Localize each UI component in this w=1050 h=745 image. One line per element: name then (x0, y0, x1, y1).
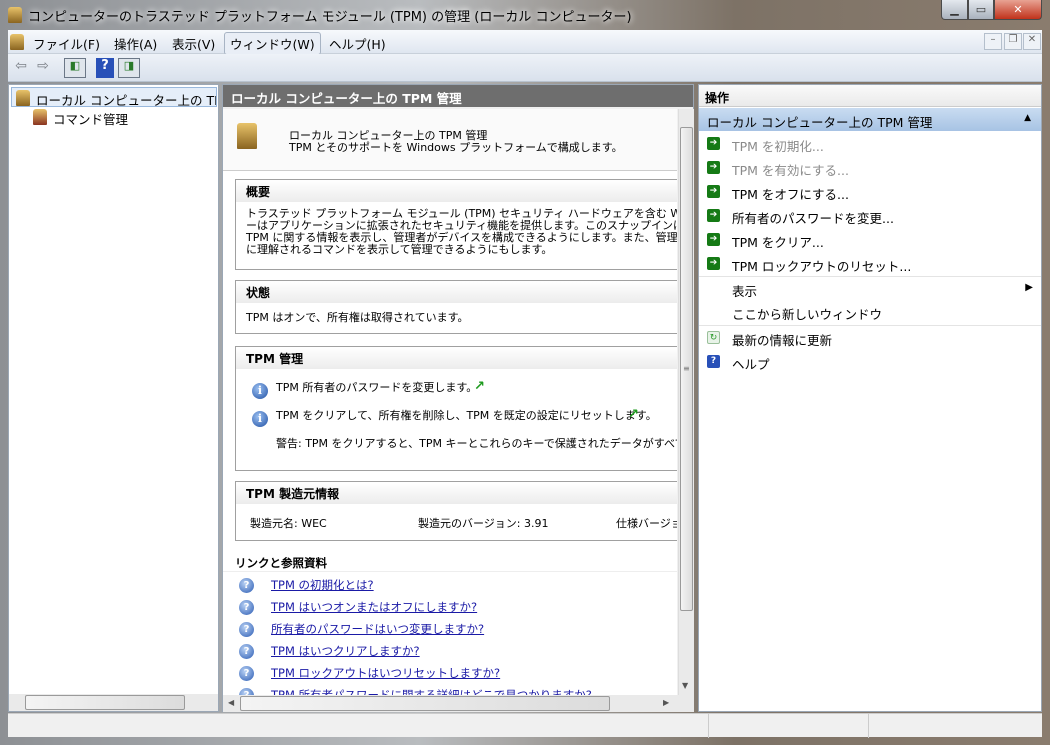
tpm-large-icon (237, 123, 257, 149)
actions-pane: 操作 ローカル コンピューター上の TPM 管理 ▲ ➔ TPM を初期化... … (698, 84, 1042, 712)
help-circle-icon: ? (239, 688, 254, 695)
tree-item-command-management[interactable]: コマンド管理 (29, 107, 128, 127)
menu-window[interactable]: ウィンドウ(W) (224, 32, 321, 55)
manufacturer-version: 製造元のバージョン: 3.91 (418, 517, 549, 530)
maximize-button[interactable]: ▭ (968, 0, 994, 20)
link-clear[interactable]: TPM はいつクリアしますか? (271, 643, 420, 659)
manufacturer-section: TPM 製造元情報 製造元名: WEC 製造元のバージョン: 3.91 仕様バー… (235, 481, 677, 541)
change-password-link-icon[interactable]: ↗ (474, 379, 485, 394)
refresh-icon: ↻ (707, 331, 720, 344)
clear-warning-text: 警告: TPM をクリアすると、TPM キーとこれらのキーで保護されたデータがす… (276, 437, 677, 450)
help-circle-icon: ? (239, 644, 254, 659)
arrow-right-icon: ➔ (707, 185, 720, 198)
window-title: コンピューターのトラステッド プラットフォーム モジュール (TPM) の管理 … (28, 10, 632, 25)
menu-file[interactable]: ファイル(F) (28, 33, 105, 54)
center-vertical-scrollbar[interactable]: ≡ ▼ (678, 109, 694, 695)
tree-pane: ローカル コンピューター上の TPM 管理 コマンド管理 (8, 84, 219, 712)
spec-version: 仕様バージョン (616, 517, 677, 530)
link-what-is-init[interactable]: TPM の初期化とは? (271, 577, 374, 593)
arrow-right-icon: ➔ (707, 137, 720, 150)
link-change-password[interactable]: 所有者のパスワードはいつ変更しますか? (271, 621, 484, 637)
toolbar: ⇦ ⇨ ◧ ? ◨ (8, 54, 1042, 82)
submenu-arrow-icon: ▶ (1025, 282, 1033, 293)
action-view[interactable]: 表示 ▶ (699, 276, 1041, 300)
clear-tpm-link-icon[interactable]: ↗ (628, 407, 639, 422)
action-reset-lockout[interactable]: ➔ TPM ロックアウトのリセット... (699, 252, 1041, 276)
action-clear-tpm[interactable]: ➔ TPM をクリア... (699, 228, 1041, 252)
overview-text: に理解されるコマンドを表示して管理できるようにもします。 (246, 243, 553, 256)
overview-section: 概要 トラステッド プラットフォーム モジュール (TPM) セキュリティ ハー… (235, 179, 677, 270)
tree-item-label: ローカル コンピューター上の TPM 管理 (36, 93, 216, 107)
action-initialize-tpm[interactable]: ➔ TPM を初期化... (699, 132, 1041, 156)
info-icon: i (252, 411, 268, 427)
minimize-button[interactable]: ▁ (941, 0, 968, 20)
forward-arrow-icon[interactable]: ⇨ (34, 58, 52, 78)
action-turn-off-tpm[interactable]: ➔ TPM をオフにする... (699, 180, 1041, 204)
help-circle-icon: ? (239, 600, 254, 615)
intro-box: ローカル コンピューター上の TPM 管理 TPM とそのサポートを Windo… (223, 109, 677, 171)
title-bar: コンピューターのトラステッド プラットフォーム モジュール (TPM) の管理 … (0, 0, 1050, 30)
action-refresh[interactable]: ↻ 最新の情報に更新 (699, 325, 1041, 349)
collapse-up-icon[interactable]: ▲ (1024, 113, 1031, 123)
help-icon[interactable]: ? (96, 58, 114, 78)
status-title: 状態 (236, 281, 677, 303)
menu-action[interactable]: 操作(A) (109, 33, 162, 54)
center-horizontal-scrollbar[interactable]: ◀ ▶ (223, 695, 694, 712)
link-password-details[interactable]: TPM 所有者パスワードに関する詳細はどこで見つかりますか? (271, 687, 592, 695)
arrow-right-icon: ➔ (707, 257, 720, 270)
center-pane: ローカル コンピューター上の TPM 管理 ローカル コンピューター上の TPM… (222, 84, 694, 712)
status-section: 状態 TPM はオンで、所有権は取得されています。 (235, 280, 677, 334)
action-new-window[interactable]: ここから新しいウィンドウ (699, 300, 1041, 324)
actions-group-label: ローカル コンピューター上の TPM 管理 (707, 115, 933, 130)
center-content: ローカル コンピューター上の TPM 管理 TPM とそのサポートを Windo… (223, 109, 677, 695)
clear-tpm-text: TPM をクリアして、所有権を削除し、TPM を既定の設定にリセットします。 (276, 409, 657, 422)
arrow-right-icon: ➔ (707, 161, 720, 174)
action-enable-tpm[interactable]: ➔ TPM を有効にする... (699, 156, 1041, 180)
command-node-icon (33, 109, 47, 125)
link-on-off[interactable]: TPM はいつオンまたはオフにしますか? (271, 599, 477, 615)
status-text: TPM はオンで、所有権は取得されています。 (246, 311, 469, 324)
center-header: ローカル コンピューター上の TPM 管理 (223, 85, 693, 107)
menu-bar: ファイル(F) 操作(A) 表示(V) ウィンドウ(W) ヘルプ(H) – ❐ … (8, 30, 1042, 55)
actions-group-header[interactable]: ローカル コンピューター上の TPM 管理 ▲ (699, 108, 1041, 131)
actions-header: 操作 (699, 85, 1041, 107)
help-circle-icon: ? (239, 578, 254, 593)
action-change-owner-password[interactable]: ➔ 所有者のパスワードを変更... (699, 204, 1041, 228)
info-icon: i (252, 383, 268, 399)
help-circle-icon: ? (239, 622, 254, 637)
close-button[interactable]: ✕ (994, 0, 1042, 20)
arrow-right-icon: ➔ (707, 209, 720, 222)
manage-title: TPM 管理 (236, 347, 677, 369)
tree-item-tpm-management[interactable]: ローカル コンピューター上の TPM 管理 (11, 87, 217, 107)
tpm-app-icon (8, 7, 22, 23)
show-hide-tree-icon[interactable]: ◧ (64, 58, 86, 78)
links-title: リンクと参照資料 (223, 552, 677, 572)
intro-subtitle: TPM とそのサポートを Windows プラットフォームで構成します。 (289, 141, 623, 154)
tpm-node-icon (16, 90, 30, 106)
overview-title: 概要 (236, 180, 677, 202)
maker-title: TPM 製造元情報 (236, 482, 677, 504)
arrow-right-icon: ➔ (707, 233, 720, 246)
tpm-menu-icon[interactable] (10, 34, 24, 50)
mdi-restore-button[interactable]: ❐ (1004, 33, 1022, 50)
help-icon: ? (707, 355, 720, 368)
back-arrow-icon[interactable]: ⇦ (12, 58, 30, 78)
mdi-close-button[interactable]: ✕ (1023, 33, 1041, 50)
change-password-text: TPM 所有者のパスワードを変更します。 (276, 381, 478, 394)
links-list: ? TPM の初期化とは? ? TPM はいつオンまたはオフにしますか? ? 所有者の… (223, 574, 677, 695)
manufacturer-name: 製造元名: WEC (250, 517, 327, 530)
menu-help[interactable]: ヘルプ(H) (324, 33, 391, 54)
tree-item-label: コマンド管理 (53, 112, 129, 127)
help-circle-icon: ? (239, 666, 254, 681)
status-bar (8, 713, 1042, 738)
show-hide-action-pane-icon[interactable]: ◨ (118, 58, 140, 78)
action-help[interactable]: ? ヘルプ (699, 350, 1041, 374)
mdi-minimize-button[interactable]: – (984, 33, 1002, 50)
tree-horizontal-scrollbar[interactable] (9, 694, 218, 711)
link-lockout[interactable]: TPM ロックアウトはいつリセットしますか? (271, 665, 500, 681)
menu-view[interactable]: 表示(V) (167, 33, 220, 54)
tpm-management-section: TPM 管理 i TPM 所有者のパスワードを変更します。 ↗ i TPM をク… (235, 346, 677, 471)
